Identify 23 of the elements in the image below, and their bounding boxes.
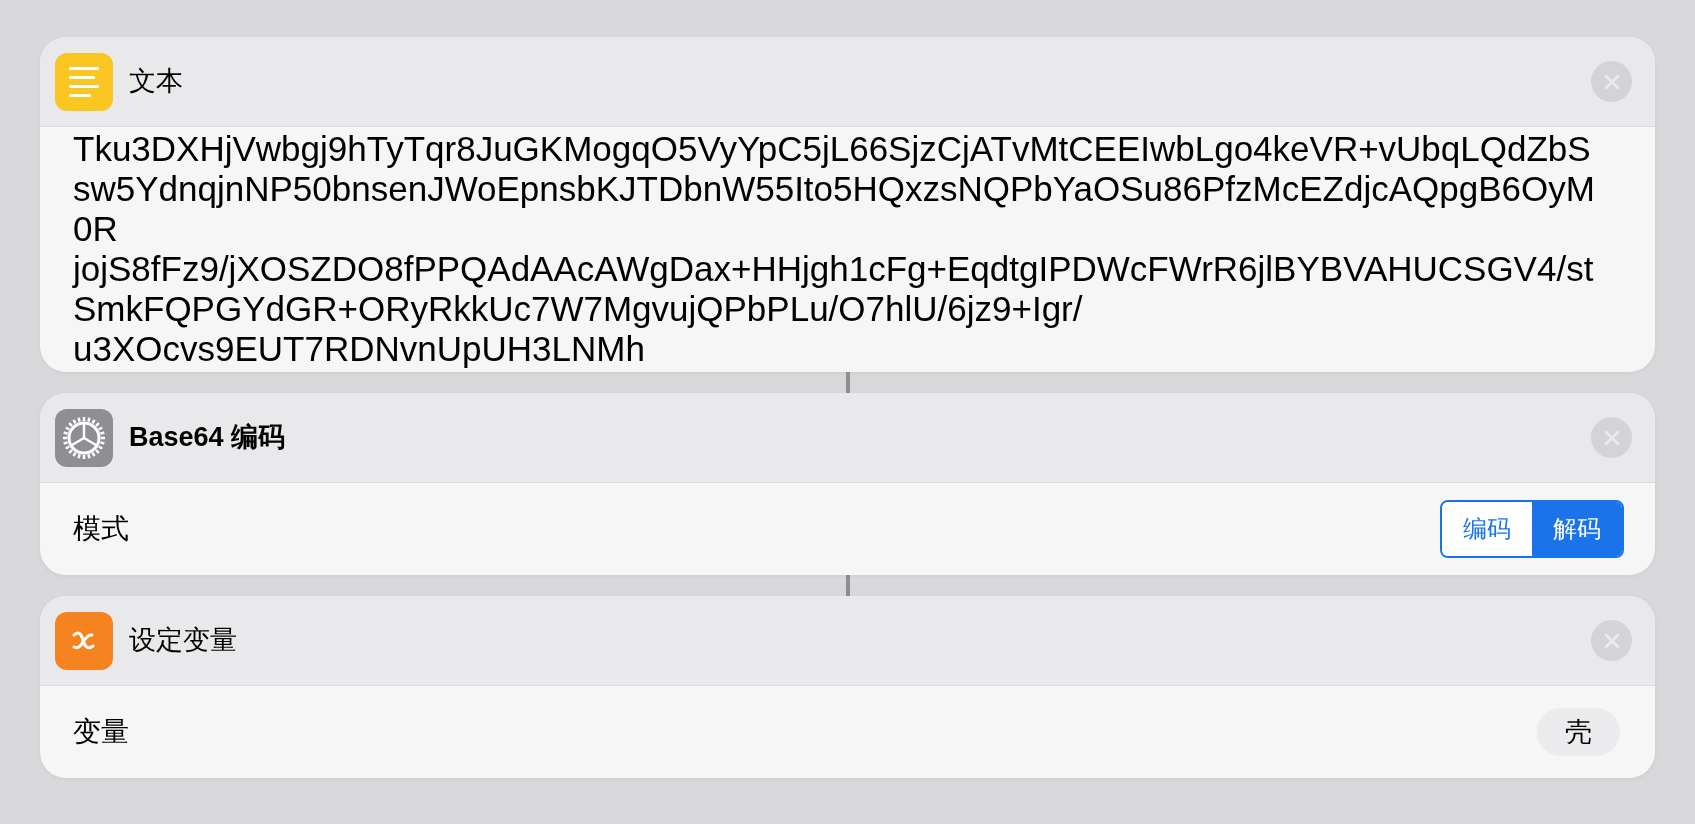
parameter-label: 模式 [73,512,129,546]
gear-icon [55,408,113,467]
variable-icon [55,611,113,670]
action-title: Base64 编码 [129,421,286,455]
variable-token[interactable]: 壳 [1537,708,1620,756]
parameter-label: 变量 [73,715,129,749]
text-content-line: sw5YdnqjnNP50bnsenJWoEpnsbKJTDbnW55Ito5HQxzsNQPbYaOSu86PfzMcEZdjcAQpgB6OyM [73,169,1595,209]
text-content-line: SmkFQPGYdGR+ORyRkkUc7W7MgvujQPbPLu/O7hlU/6jz9+Igr/ [73,289,1083,329]
text-content-line: jojS8fFz9/jXOSZDO8fPPQAdAAcAWgDax+HHjgh1cFg+EqdtgIPDWcFWrR6jlBYBVAHUCSGV4/st [73,249,1594,289]
close-button[interactable] [1591,417,1632,458]
text-content-line: Tku3DXHjVwbgj9hTyTqr8JuGKMogqO5VyYpC5jL66SjzCjATvMtCEEIwbLgo4keVR+vUbqLQdZbS [73,129,1591,169]
action-title: 设定变量 [129,624,237,658]
close-button[interactable] [1591,620,1632,661]
action-title: 文本 [129,65,183,99]
close-icon [1602,72,1621,91]
segment-option[interactable]: 编码 [1442,502,1532,556]
text-content-line: 0R [73,209,118,249]
close-icon [1602,631,1621,650]
segment-option[interactable]: 解码 [1532,502,1622,556]
close-button[interactable] [1591,61,1632,102]
text-content-line: u3XOcvs9EUT7RDNvnUpUH3LNMh [73,329,645,369]
text-lines-icon [55,52,113,111]
close-icon [1602,428,1621,447]
